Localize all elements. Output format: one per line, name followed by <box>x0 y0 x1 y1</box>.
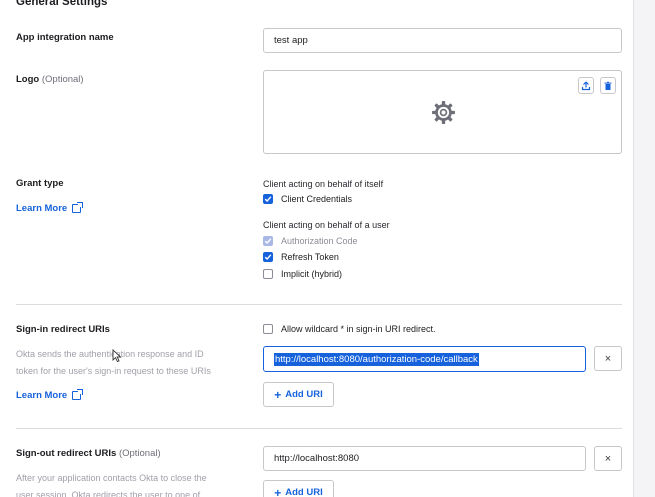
sign-out-redirect-label: Sign-out redirect URIs (Optional) <box>16 448 161 459</box>
sign-out-desc-line1: After your application contacts Okta to … <box>16 473 207 483</box>
gear-icon <box>432 101 455 124</box>
sign-in-redirect-label: Sign-in redirect URIs <box>16 324 110 335</box>
sign-in-desc-line2: token for the user's sign-in request to … <box>16 366 211 376</box>
wildcard-checkbox[interactable] <box>263 324 273 334</box>
grant-group-itself-title: Client acting on behalf of itself <box>263 179 384 189</box>
logo-label: Logo (Optional) <box>16 74 84 85</box>
app-name-input[interactable]: test app <box>263 28 622 53</box>
grant-group-user-title: Client acting on behalf of a user <box>263 220 390 230</box>
client-credentials-label: Client Credentials <box>281 194 353 204</box>
sign-out-optional: (Optional) <box>118 448 161 459</box>
sign-out-desc-line2: user session, Okta redirects the user to… <box>16 490 201 497</box>
authorization-code-checkbox <box>263 236 273 246</box>
learn-more-text: Learn More <box>16 390 68 401</box>
divider <box>16 428 622 429</box>
add-sign-out-uri-button[interactable]: + Add URI <box>263 480 334 497</box>
authorization-code-label: Authorization Code <box>281 236 358 246</box>
remove-sign-out-uri-button[interactable]: × <box>594 446 622 471</box>
logo-label-text: Logo <box>16 74 40 85</box>
app-name-value: test app <box>274 35 308 46</box>
sign-in-uri-value: http://localhost:8080/authorization-code… <box>274 352 479 366</box>
add-uri-label: Add URI <box>285 389 323 400</box>
plus-icon: + <box>274 387 282 402</box>
sign-out-description: After your application contacts Okta to … <box>16 470 207 497</box>
logo-optional: (Optional) <box>41 74 84 85</box>
upload-logo-button[interactable] <box>578 77 594 94</box>
wildcard-option[interactable]: Allow wildcard * in sign-in URI redirect… <box>263 324 436 334</box>
close-icon: × <box>604 352 612 365</box>
refresh-token-option[interactable]: Refresh Token <box>263 252 339 262</box>
sign-out-uri-input[interactable]: http://localhost:8080 <box>263 446 586 471</box>
grant-type-learn-more-link[interactable]: Learn More <box>16 202 84 214</box>
implicit-option[interactable]: Implicit (hybrid) <box>263 269 342 279</box>
sign-in-learn-more-link[interactable]: Learn More <box>16 389 84 401</box>
remove-sign-in-uri-button[interactable]: × <box>594 346 622 371</box>
close-icon: × <box>604 452 612 465</box>
sign-out-uri-value: http://localhost:8080 <box>274 453 360 464</box>
implicit-label: Implicit (hybrid) <box>281 269 343 279</box>
add-sign-in-uri-button[interactable]: + Add URI <box>263 382 334 407</box>
page-background-edge <box>634 0 655 497</box>
settings-panel: General Settings App integration name te… <box>0 0 634 497</box>
client-credentials-checkbox[interactable] <box>263 194 273 204</box>
logo-upload-area[interactable] <box>263 70 622 154</box>
delete-logo-button[interactable] <box>600 77 616 94</box>
check-icon <box>264 196 272 203</box>
section-title: General Settings <box>16 0 108 8</box>
external-link-icon <box>72 389 84 400</box>
divider <box>16 304 622 305</box>
app-name-label: App integration name <box>16 32 114 43</box>
sign-in-uri-input[interactable]: http://localhost:8080/authorization-code… <box>263 346 586 372</box>
wildcard-label: Allow wildcard * in sign-in URI redirect… <box>281 324 436 334</box>
implicit-checkbox[interactable] <box>263 269 273 279</box>
grant-type-label: Grant type <box>16 178 64 189</box>
external-link-icon <box>72 202 84 213</box>
learn-more-text: Learn More <box>16 203 68 214</box>
refresh-token-checkbox[interactable] <box>263 252 273 262</box>
mouse-cursor-icon <box>112 349 122 363</box>
check-icon <box>264 254 272 261</box>
client-credentials-option[interactable]: Client Credentials <box>263 194 352 204</box>
sign-out-label-text: Sign-out redirect URIs <box>16 448 117 459</box>
refresh-token-label: Refresh Token <box>281 252 339 262</box>
trash-icon <box>604 81 612 90</box>
plus-icon: + <box>274 485 282 497</box>
authorization-code-option: Authorization Code <box>263 236 358 246</box>
upload-icon <box>581 81 591 90</box>
add-uri-label: Add URI <box>285 487 323 497</box>
check-icon <box>264 238 272 245</box>
